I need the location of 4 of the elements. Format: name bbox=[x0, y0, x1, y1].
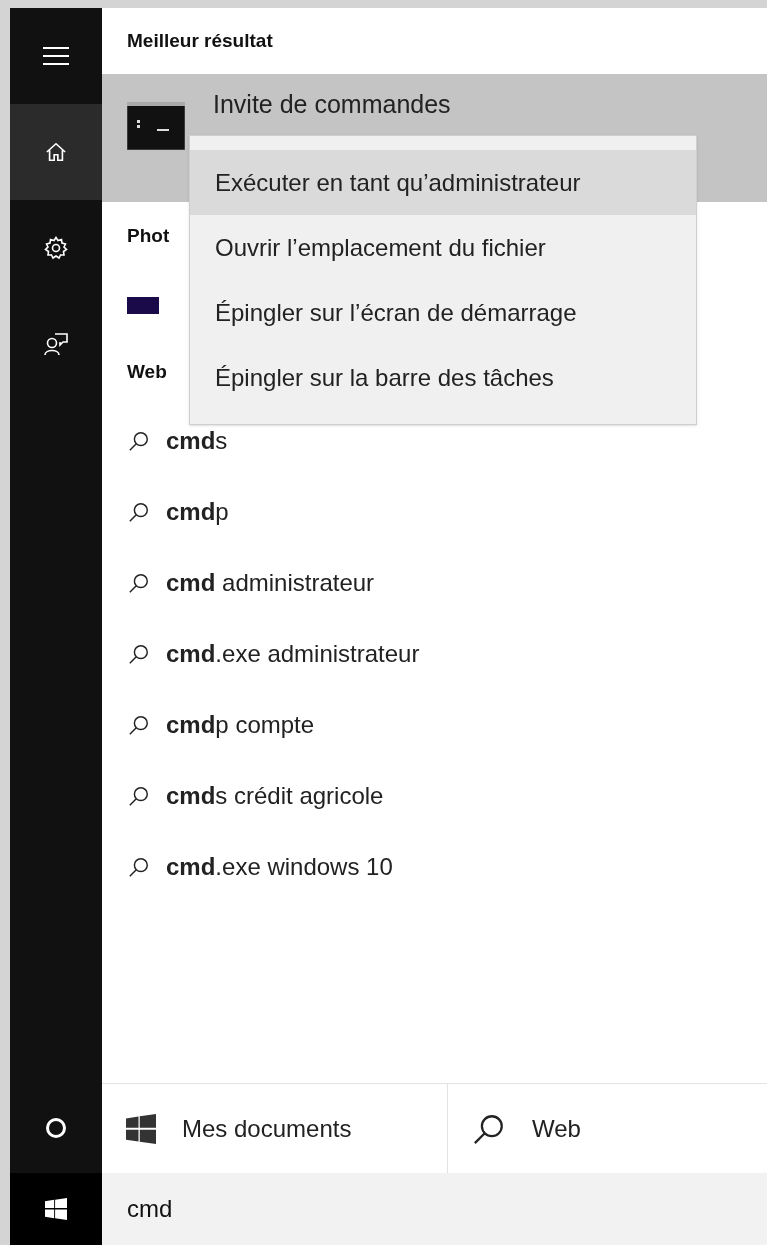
section-heading: Phot bbox=[127, 223, 170, 248]
section-heading: Meilleur résultat bbox=[127, 28, 273, 53]
section-heading: Web bbox=[127, 360, 167, 385]
result-title: Invite de commandes bbox=[213, 89, 451, 120]
